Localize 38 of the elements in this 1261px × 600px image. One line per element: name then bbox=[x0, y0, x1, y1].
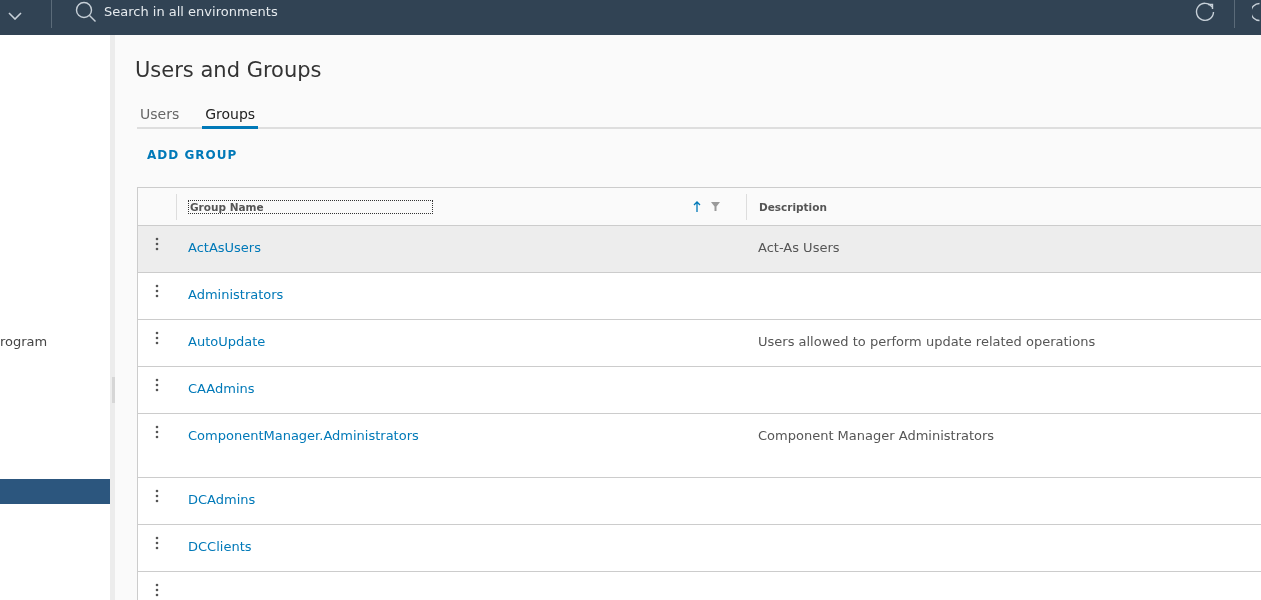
group-name-link[interactable]: AutoUpdate bbox=[188, 334, 266, 349]
column-header[interactable]: Description bbox=[759, 200, 827, 213]
table-row[interactable]: ActAsUsers Act-As Users bbox=[138, 226, 1261, 273]
more-icon[interactable] bbox=[155, 536, 159, 550]
table-cell: Act-As Users bbox=[758, 240, 840, 255]
table-row[interactable]: DCAdmins bbox=[138, 478, 1261, 525]
more-icon[interactable] bbox=[155, 331, 159, 345]
add-group-button[interactable]: ADD GROUP bbox=[135, 142, 250, 168]
group-name-link[interactable]: DCClients bbox=[188, 539, 252, 554]
page-title: Users and Groups bbox=[135, 57, 323, 84]
group-name-link[interactable]: DCAdmins bbox=[188, 492, 256, 507]
sidebar-item[interactable]: rogram bbox=[0, 329, 110, 354]
group-name-link[interactable]: Administrators bbox=[188, 287, 284, 302]
table-row[interactable]: Administrators bbox=[138, 273, 1261, 320]
search-field[interactable]: Search in all environments bbox=[104, 4, 364, 19]
filter-icon[interactable] bbox=[711, 202, 720, 211]
more-icon[interactable] bbox=[155, 489, 159, 503]
group-name-link[interactable]: CAAdmins bbox=[188, 381, 255, 396]
search-icon bbox=[75, 0, 97, 23]
group-name-link[interactable]: ActAsUsers bbox=[188, 240, 261, 255]
table-row[interactable]: AutoUpdate Users allowed to perform update related operations bbox=[138, 320, 1261, 367]
table-cell: Component Manager Administrators bbox=[758, 428, 995, 443]
tab[interactable]: Users bbox=[137, 102, 183, 129]
more-icon[interactable] bbox=[155, 284, 159, 298]
table-row[interactable]: ComponentManager.Administrators Component Manager Administrators bbox=[138, 414, 1261, 478]
table-cell: Users allowed to perform update related operations bbox=[758, 334, 1096, 349]
more-icon[interactable] bbox=[155, 583, 159, 597]
more-icon[interactable] bbox=[155, 378, 159, 392]
table-row[interactable]: CAAdmins bbox=[138, 367, 1261, 414]
sort-up-icon[interactable] bbox=[693, 201, 701, 212]
group-name-link[interactable]: ComponentManager.Administrators bbox=[188, 428, 419, 443]
more-icon[interactable] bbox=[155, 425, 159, 439]
tab[interactable]: Groups bbox=[202, 102, 259, 129]
chevron-down-icon[interactable] bbox=[8, 11, 22, 20]
refresh-icon[interactable] bbox=[1194, 0, 1216, 23]
column-header[interactable]: Group Name bbox=[189, 200, 432, 213]
more-icon[interactable] bbox=[155, 237, 159, 251]
table-row[interactable]: DCClients bbox=[138, 525, 1261, 572]
